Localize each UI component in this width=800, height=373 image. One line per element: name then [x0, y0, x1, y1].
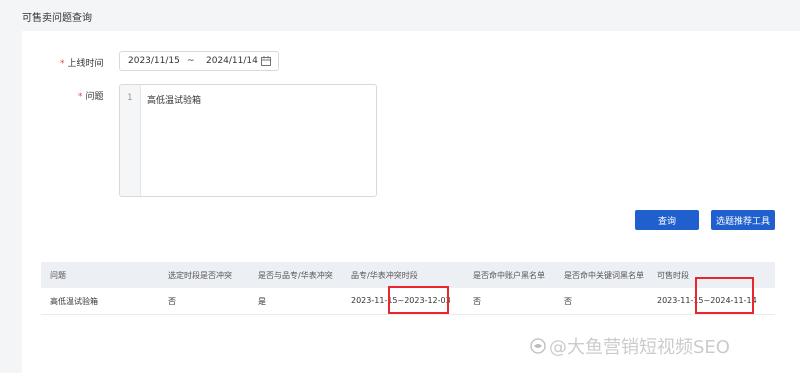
date-separator: ~	[187, 56, 195, 66]
highlight-box-conflict-end	[388, 286, 449, 314]
cell-question: 高低温试验箱	[50, 297, 98, 306]
table-header: 问题 选定时段是否冲突 是否与品专/华表冲突 品专/华表冲突时段 是否命中账户黑…	[41, 262, 775, 288]
fish-logo-icon	[530, 338, 546, 354]
question-editor[interactable]: 1 高低温试验箱	[119, 84, 377, 197]
required-mark: *	[60, 59, 65, 69]
column-header-conflict-period: 品专/华表冲突时段	[351, 271, 418, 280]
date-field-label: * 上线时间	[60, 56, 104, 69]
column-header-question: 问题	[50, 271, 66, 280]
watermark-text: @大鱼营销短视频SEO	[549, 337, 730, 358]
topic-tools-button[interactable]: 选题推荐工具	[711, 210, 775, 230]
date-start-input[interactable]: 2023/11/15	[128, 56, 180, 66]
cell-account-blacklist: 否	[473, 297, 481, 306]
cell-keyword-blacklist: 否	[564, 297, 572, 306]
cell-brand-conflict: 是	[258, 297, 266, 306]
editor-gutter: 1	[120, 85, 141, 196]
highlight-box-saleable-end	[695, 277, 754, 314]
cell-period-conflict: 否	[168, 297, 176, 306]
question-field-label: * 问题	[78, 89, 104, 102]
column-header-saleable-period: 可售时段	[657, 271, 689, 280]
page-title: 可售卖问题查询	[22, 13, 92, 24]
required-mark: *	[78, 92, 83, 102]
column-header-account-blacklist: 是否命中账户黑名单	[473, 271, 545, 280]
question-text[interactable]: 高低温试验箱	[147, 93, 201, 106]
column-header-keyword-blacklist: 是否命中关键词黑名单	[564, 271, 644, 280]
query-button[interactable]: 查询	[635, 210, 699, 230]
date-range-picker[interactable]: 2023/11/15 ~ 2024/11/14	[119, 51, 279, 71]
date-label-text: 上线时间	[67, 59, 104, 69]
calendar-icon[interactable]	[261, 56, 271, 66]
line-number: 1	[127, 93, 133, 103]
date-end-input[interactable]: 2024/11/14	[206, 56, 258, 66]
question-label-text: 问题	[85, 92, 104, 102]
query-panel: * 上线时间 2023/11/15 ~ 2024/11/14 * 问题 1 高低温试…	[22, 31, 800, 373]
column-header-brand-conflict: 是否与品专/华表冲突	[258, 271, 333, 280]
column-header-period-conflict: 选定时段是否冲突	[168, 271, 232, 280]
watermark: @大鱼营销短视频SEO	[530, 333, 730, 359]
